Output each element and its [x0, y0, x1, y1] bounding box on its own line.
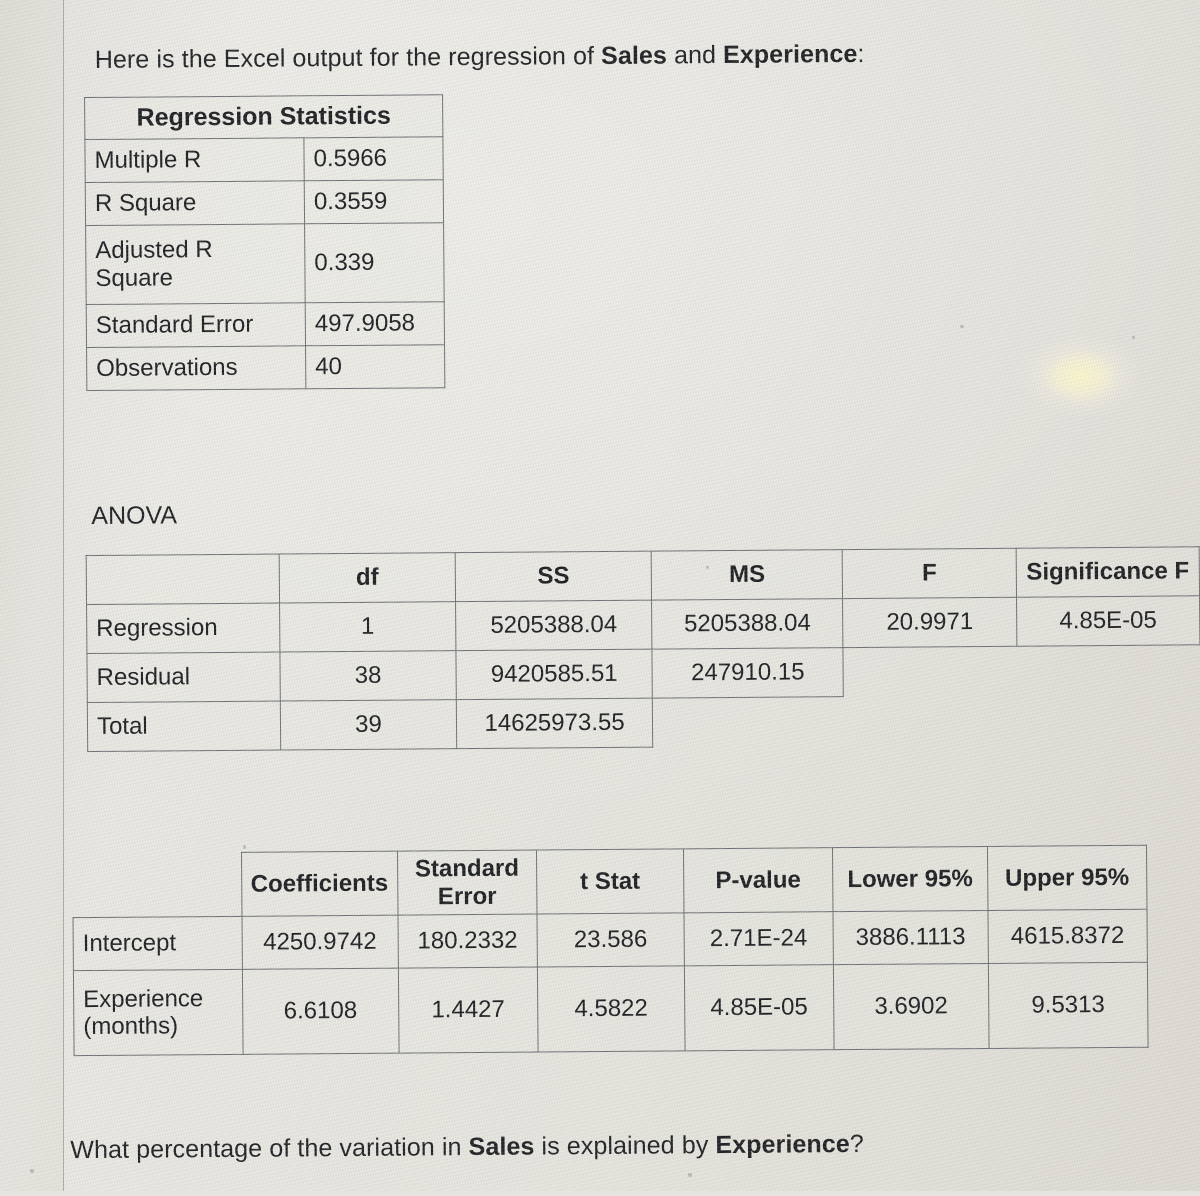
intro-bold-sales: Sales — [601, 41, 668, 70]
coef-header-se-line1: Standard — [414, 854, 520, 883]
table-row: Multiple R 0.5966 — [84, 136, 444, 183]
coef-tstat-experience: 4.5822 — [537, 966, 685, 1053]
coef-header-t-stat: t Stat — [536, 848, 684, 915]
question-sentence: What percentage of the variation in Sale… — [70, 1130, 864, 1165]
coef-pvalue-experience: 4.85E-05 — [684, 964, 834, 1052]
table-row: Standard Error 497.9058 — [86, 301, 445, 348]
coef-se-intercept: 180.2332 — [397, 914, 538, 969]
regstat-value-r-square: 0.3559 — [304, 179, 444, 224]
coef-upper95-experience: 9.5313 — [988, 962, 1148, 1049]
anova-f-empty-residual — [843, 646, 1017, 696]
coef-value-intercept: 4250.9742 — [241, 915, 399, 970]
anova-df-residual: 38 — [279, 650, 457, 702]
question-bold-sales: Sales — [468, 1132, 535, 1162]
anova-header-df: df — [278, 552, 456, 604]
anova-header-f: F — [842, 548, 1017, 599]
anova-ss-residual: 9420585.51 — [456, 649, 653, 700]
anova-source-total: Total — [87, 701, 281, 752]
coef-tstat-intercept: 23.586 — [536, 913, 685, 968]
table-row: Adjusted R Square 0.339 — [85, 222, 445, 305]
coef-header-standard-error: Standard Error — [397, 850, 537, 916]
question-suffix: ? — [849, 1129, 864, 1159]
question-bold-experience: Experience — [715, 1130, 850, 1160]
regstat-value-observations: 40 — [305, 344, 445, 389]
coef-lower95-experience: 3.6902 — [833, 963, 989, 1050]
document-content: Here is the Excel output for the regress… — [0, 0, 1200, 1196]
coef-term-experience-line2: (months) — [83, 1012, 179, 1041]
table-header-row: Coefficients Standard Error t Stat P-val… — [73, 845, 1147, 918]
anova-f-empty-total — [844, 695, 1018, 745]
table-row: Experience (months) 6.6108 1.4427 4.5822… — [73, 962, 1148, 1056]
coef-header-coefficients: Coefficients — [241, 851, 398, 917]
coef-header-se-line2: Error — [437, 882, 497, 910]
coef-header-upper-95: Upper 95% — [987, 845, 1147, 911]
regstat-label-r-square: R Square — [85, 180, 305, 226]
table-row: R Square 0.3559 — [85, 179, 444, 226]
anova-header-source — [86, 554, 280, 605]
intro-bold-experience: Experience — [722, 39, 858, 70]
regstat-label-multiple-r: Multiple R — [84, 137, 305, 183]
anova-df-regression: 1 — [279, 601, 457, 653]
coef-value-experience: 6.6108 — [241, 968, 399, 1055]
question-prefix: What percentage of the variation in — [70, 1133, 469, 1165]
table-row: Total 39 14625973.55 — [87, 694, 1200, 752]
coefficients-table: Coefficients Standard Error t Stat P-val… — [72, 845, 1148, 1057]
coef-header-term — [73, 852, 242, 918]
table-row: Observations 40 — [86, 344, 445, 391]
anova-header-ss: SS — [455, 551, 652, 602]
coef-header-lower-95: Lower 95% — [832, 846, 988, 912]
regstat-value-adjusted-r-square: 0.339 — [304, 222, 445, 303]
question-middle: is explained by — [534, 1131, 716, 1161]
coef-upper95-intercept: 4615.8372 — [987, 909, 1148, 964]
regstat-value-standard-error: 497.9058 — [305, 301, 445, 346]
intro-sentence: Here is the Excel output for the regress… — [95, 40, 865, 75]
table-row: Intercept 4250.9742 180.2332 23.586 2.71… — [73, 909, 1148, 971]
anova-significance-f-value: 4.85E-05 — [1016, 595, 1200, 647]
anova-sig-empty-total — [1017, 694, 1200, 744]
anova-ss-regression: 5205388.04 — [455, 600, 652, 651]
coef-pvalue-intercept: 2.71E-24 — [683, 911, 834, 967]
anova-ms-regression: 5205388.04 — [651, 598, 844, 650]
anova-source-residual: Residual — [86, 652, 281, 703]
table-row: Regression 1 5205388.04 5205388.04 20.99… — [86, 595, 1200, 654]
anova-source-regression: Regression — [86, 603, 280, 654]
intro-prefix: Here is the Excel output for the regress… — [94, 41, 602, 74]
coef-header-p-value: P-value — [683, 847, 833, 914]
regstat-label-observations: Observations — [86, 345, 306, 391]
regression-statistics-title: Regression Statistics — [84, 94, 443, 140]
anova-ss-total: 14625973.55 — [456, 698, 653, 749]
table-row: Residual 38 9420585.51 247910.15 — [86, 645, 1200, 703]
coef-term-experience-line1: Experience — [83, 984, 204, 1013]
anova-ms-residual: 247910.15 — [651, 647, 844, 699]
coef-lower95-intercept: 3886.1113 — [832, 910, 989, 965]
anova-df-total: 39 — [280, 699, 457, 751]
regstat-value-multiple-r: 0.5966 — [303, 136, 444, 181]
anova-section-label: ANOVA — [91, 501, 178, 530]
anova-header-ms: MS — [651, 549, 843, 601]
regression-statistics-table: Regression Statistics Multiple R 0.5966 … — [84, 94, 445, 391]
table-row-title: Regression Statistics — [84, 94, 443, 140]
coef-term-experience: Experience (months) — [73, 969, 243, 1056]
anova-sig-empty-residual — [1017, 645, 1200, 695]
anova-ms-empty-total — [652, 697, 844, 748]
regstat-label-standard-error: Standard Error — [86, 302, 306, 348]
anova-table: df SS MS F Significance F Regression 1 5… — [86, 546, 1200, 752]
coef-term-intercept: Intercept — [73, 916, 242, 971]
anova-header-significance-f: Significance F — [1015, 546, 1200, 598]
anova-f-value: 20.9971 — [842, 597, 1017, 648]
regstat-label-adjusted-r-square: Adjusted R Square — [85, 223, 306, 305]
coef-se-experience: 1.4427 — [398, 967, 538, 1054]
intro-middle: and — [666, 41, 724, 70]
table-header-row: df SS MS F Significance F — [86, 546, 1200, 605]
intro-suffix: : — [857, 39, 865, 68]
